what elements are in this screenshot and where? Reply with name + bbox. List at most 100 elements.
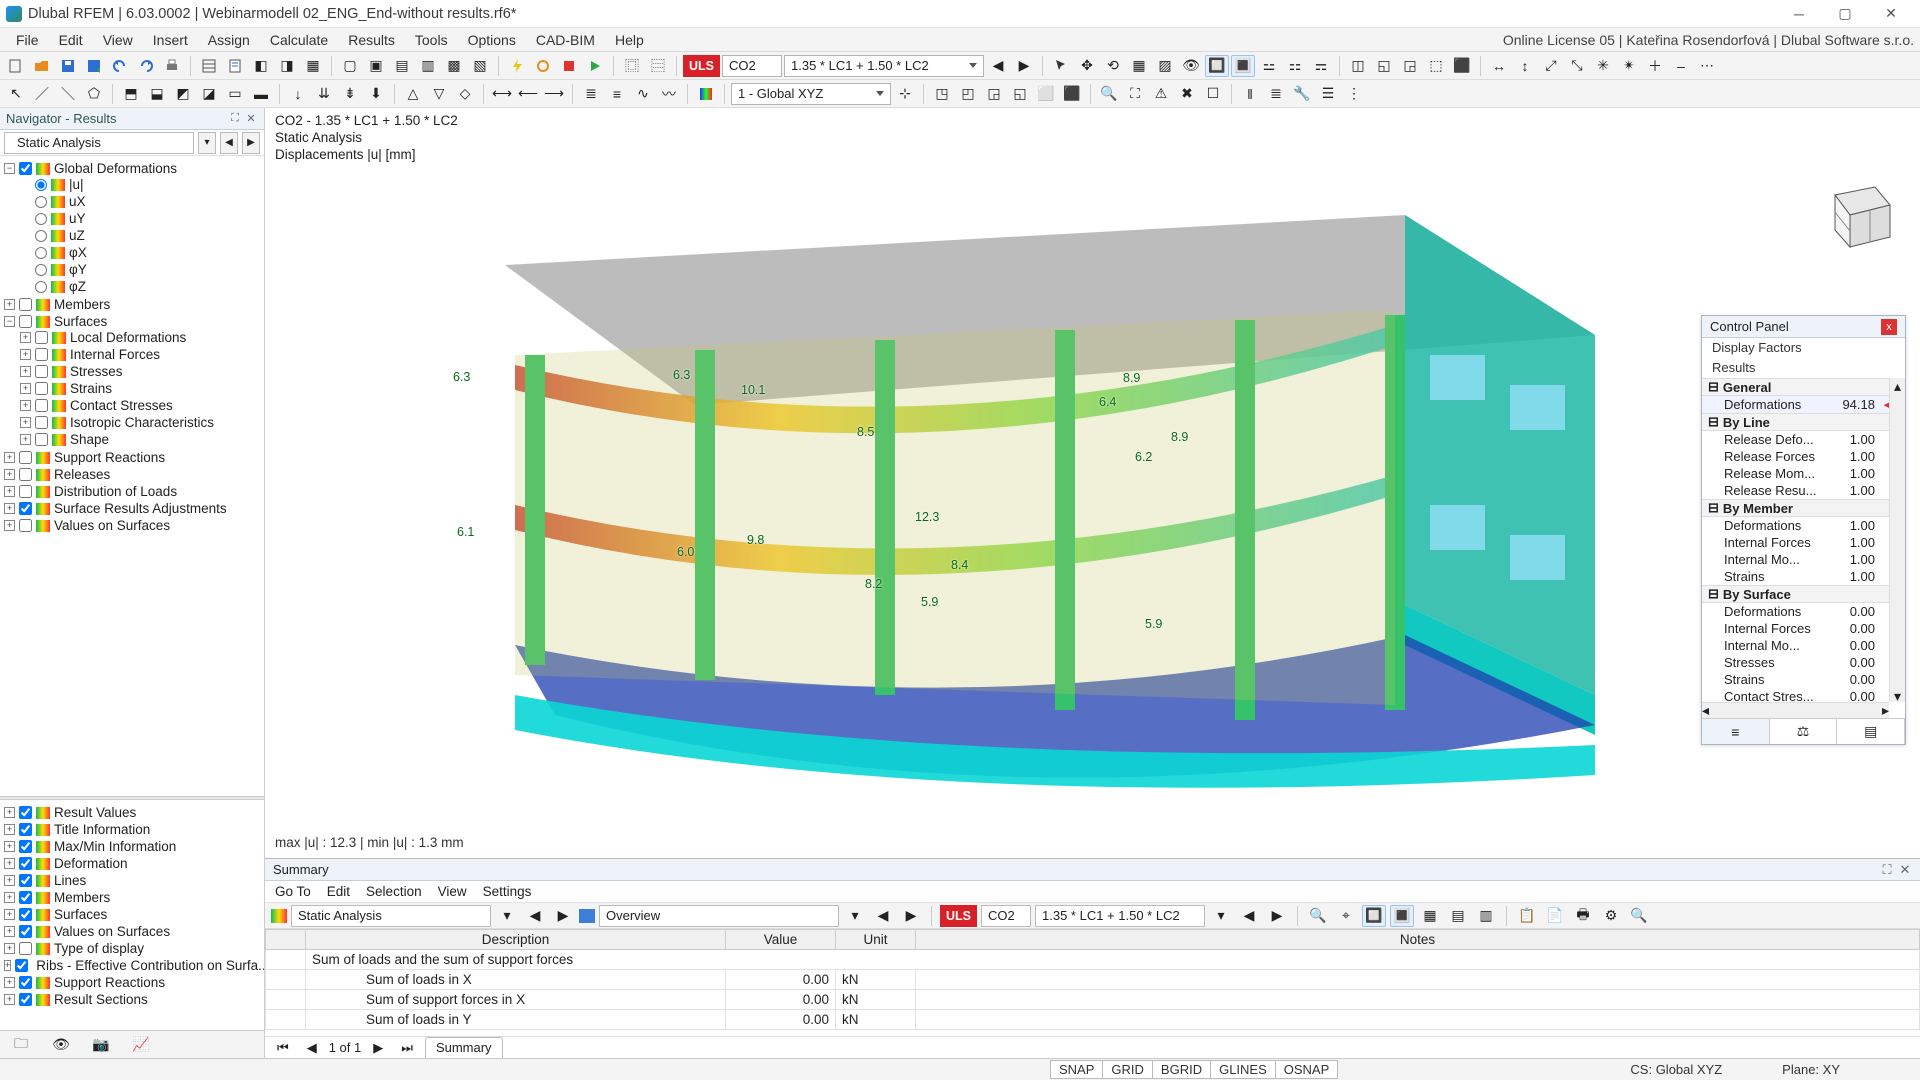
formula-combo[interactable]: 1.35 * LC1 + 1.50 * LC2 [784, 55, 984, 77]
axes-icon[interactable]: ⊹ [893, 83, 917, 105]
cp-row-value[interactable]: 0.00 [1833, 638, 1881, 653]
tree-item[interactable]: Surface Results Adjustments [54, 501, 227, 516]
stool-4-icon[interactable]: 🔳 [1390, 905, 1414, 927]
nav-analysis-combo[interactable]: Static Analysis [4, 132, 194, 154]
status-bgrid[interactable]: BGRID [1153, 1060, 1211, 1079]
nav-cube-icon[interactable] [1810, 175, 1900, 255]
surf-a-icon[interactable]: ▭ [223, 83, 247, 105]
grid-a-icon[interactable]: ▢ [338, 55, 362, 77]
sup-3-icon[interactable]: ◇ [453, 83, 477, 105]
cp-group-expand-icon[interactable]: ⊟ [1708, 586, 1719, 602]
print-icon[interactable] [160, 55, 184, 77]
stool-3-icon[interactable]: 🔲 [1362, 905, 1386, 927]
summary-combo-prev[interactable]: ◀ [523, 905, 547, 927]
tree-bottom-item[interactable]: Result Sections [54, 992, 148, 1007]
dots-icon[interactable]: ⋯ [1695, 55, 1719, 77]
smenu-select[interactable]: Selection [366, 884, 422, 899]
nav-tab-chart-icon[interactable]: 📈 [130, 1036, 152, 1054]
warn-icon[interactable]: ⚠ [1149, 83, 1173, 105]
cp-tab-list-icon[interactable]: ≡ [1702, 719, 1770, 744]
line-icon[interactable]: ／ [30, 83, 54, 105]
list2-icon[interactable]: ⋮ [1342, 83, 1366, 105]
box-icon[interactable]: ☐ [1201, 83, 1225, 105]
star-icon[interactable]: ✳ [1591, 55, 1615, 77]
tree-bottom-item[interactable]: Members [54, 890, 110, 905]
minus-icon[interactable]: – [1669, 55, 1693, 77]
cp-row-value[interactable]: 0.00 [1833, 655, 1881, 670]
menu-calculate[interactable]: Calculate [260, 29, 338, 51]
menu-insert[interactable]: Insert [143, 29, 198, 51]
cp-row-value[interactable]: 1.00 [1833, 552, 1881, 567]
view-4-icon[interactable]: ◱ [1008, 83, 1032, 105]
nav-combo-prev[interactable]: ◀ [220, 132, 238, 154]
tree-bottom-item[interactable]: Title Information [54, 822, 150, 837]
summary-combo-next[interactable]: ▶ [551, 905, 575, 927]
menu-view[interactable]: View [93, 29, 143, 51]
tree-u-item[interactable]: φY [69, 262, 87, 277]
grid4-icon[interactable]: ▨ [1153, 55, 1177, 77]
summary-ov-dd[interactable]: ▾ [843, 905, 867, 927]
mesh-a-icon[interactable]: ◫ [1346, 55, 1370, 77]
menu-edit[interactable]: Edit [49, 29, 93, 51]
mem-a-icon[interactable]: ⬒ [119, 83, 143, 105]
tree-bottom-item[interactable]: Surfaces [54, 907, 107, 922]
select-icon[interactable] [1049, 55, 1073, 77]
tree-surf-sub[interactable]: Strains [70, 381, 112, 396]
tree-surf-sub[interactable]: Shape [70, 432, 109, 447]
tree-bottom-item[interactable]: Deformation [54, 856, 128, 871]
summary-co[interactable]: CO2 [981, 905, 1031, 927]
status-osnap[interactable]: OSNAP [1276, 1060, 1339, 1079]
tree-bottom-item[interactable]: Type of display [54, 941, 144, 956]
mem-b-icon[interactable]: ⬓ [145, 83, 169, 105]
grid-c-icon[interactable]: ▤ [390, 55, 414, 77]
stop-icon[interactable] [557, 55, 581, 77]
more-2-icon[interactable]: ⬛ [1450, 55, 1474, 77]
zoom-fit-icon[interactable]: ⛶ [1123, 83, 1147, 105]
view-3-icon[interactable]: ◲ [982, 83, 1006, 105]
smry-prev-icon[interactable]: ◀ [301, 1039, 323, 1057]
mesh-c-icon[interactable]: ◲ [1398, 55, 1422, 77]
cp-tab-scale-icon[interactable]: ⚖ [1770, 719, 1838, 744]
summary-overview-combo[interactable]: Overview [599, 905, 839, 927]
stool-2-icon[interactable]: ⌖ [1334, 905, 1358, 927]
nav-tree-bottom[interactable]: +Result Values+Title Information+Max/Min… [0, 800, 264, 1030]
dim-1-icon[interactable]: ⟷ [490, 83, 514, 105]
stool-6-icon[interactable]: ▤ [1446, 905, 1470, 927]
plus-icon[interactable]: ＋ [1643, 55, 1667, 77]
tree-u-item[interactable]: uY [69, 211, 86, 226]
menu-cadbim[interactable]: CAD-BIM [526, 29, 605, 51]
save-icon[interactable] [56, 55, 80, 77]
mem-c-icon[interactable]: ◩ [171, 83, 195, 105]
combo-next-icon[interactable]: ▶ [1012, 55, 1036, 77]
menu-help[interactable]: Help [605, 29, 654, 51]
menu-assign[interactable]: Assign [198, 29, 260, 51]
load-2-icon[interactable]: ⇊ [312, 83, 336, 105]
bar-2-icon[interactable]: ≣ [1264, 83, 1288, 105]
smry-last-icon[interactable]: ⏭ [395, 1039, 419, 1057]
filter-c-icon[interactable]: ⚎ [1309, 55, 1333, 77]
tree-surf-sub[interactable]: Stresses [70, 364, 123, 379]
tree-bottom-item[interactable]: Result Values [54, 805, 136, 820]
arrow-set-1-icon[interactable]: ↔ [1487, 55, 1511, 77]
nav-combo-next[interactable]: ▶ [242, 132, 260, 154]
combo-prev-icon[interactable]: ◀ [986, 55, 1010, 77]
res-2-icon[interactable]: ≡ [605, 83, 629, 105]
arrow-set-3-icon[interactable]: ⤢ [1539, 55, 1563, 77]
arrow-set-2-icon[interactable]: ↕ [1513, 55, 1537, 77]
sup-2-icon[interactable]: ▽ [427, 83, 451, 105]
report-icon[interactable] [223, 55, 247, 77]
maximize-button[interactable]: ▢ [1822, 1, 1868, 27]
win-a-icon[interactable]: ⿴ [620, 55, 644, 77]
cp-row-value[interactable]: 1.00 [1833, 518, 1881, 533]
res-4-icon[interactable]: 〰 [657, 83, 681, 105]
spanner-icon[interactable]: 🔧 [1290, 83, 1314, 105]
tree-bottom-item[interactable]: Support Reactions [54, 975, 165, 990]
cp-row-value[interactable]: 1.00 [1833, 466, 1881, 481]
cp-group-expand-icon[interactable]: ⊟ [1708, 500, 1719, 516]
3d-viewport[interactable]: 6.36.36.010.19.88.58.28.98.912.38.45.96.… [265, 165, 1920, 858]
arrow-set-4-icon[interactable]: ⤡ [1565, 55, 1589, 77]
bar-1-icon[interactable]: ‖ [1238, 83, 1262, 105]
tree-u-item[interactable]: φX [69, 245, 87, 260]
zoom-in-icon[interactable]: 🔍 [1097, 83, 1121, 105]
undo-icon[interactable] [108, 55, 132, 77]
